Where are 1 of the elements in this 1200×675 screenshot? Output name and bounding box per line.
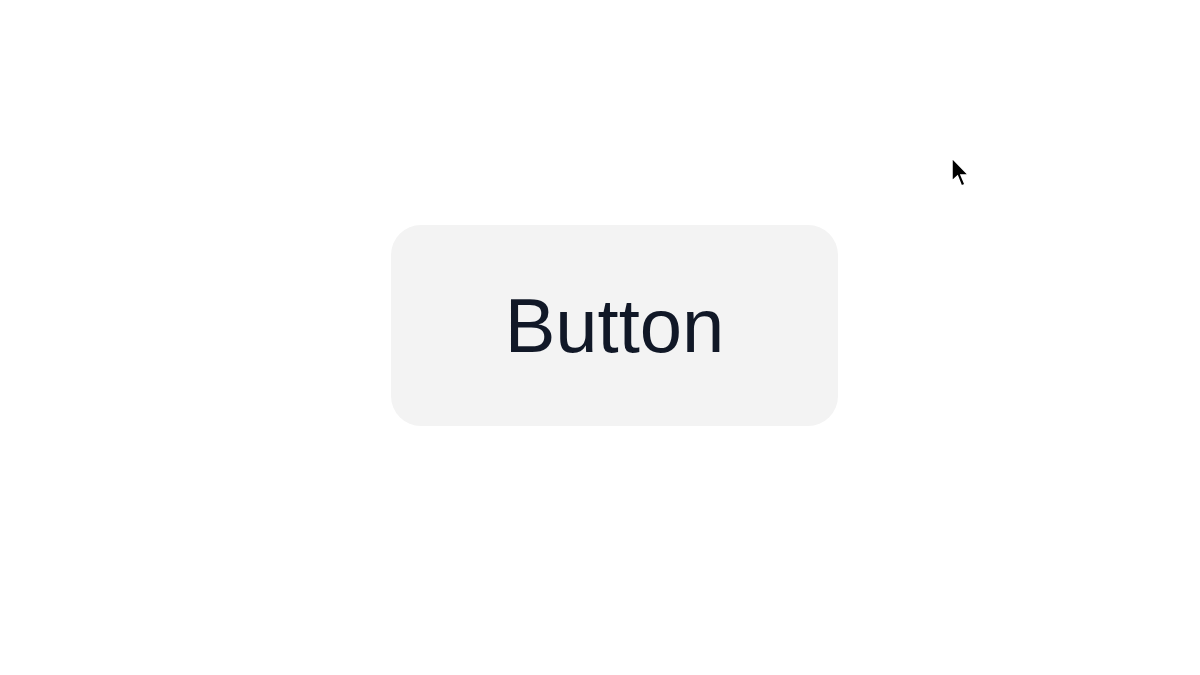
- button[interactable]: Button: [391, 225, 838, 426]
